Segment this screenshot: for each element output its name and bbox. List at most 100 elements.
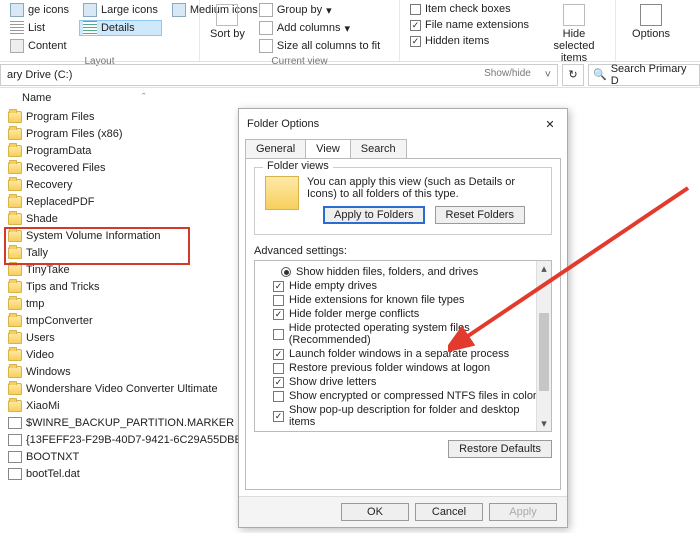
search-input[interactable]: 🔍 Search Primary D (588, 64, 700, 86)
file-icon (8, 434, 22, 446)
item-name: BOOTNXT (26, 451, 79, 463)
folder-views-text: You can apply this view (such as Details… (307, 176, 541, 200)
checkbox-icon: ✓ (273, 349, 284, 360)
options-icon (640, 4, 662, 26)
adv-setting[interactable]: ✓ Hide empty drives (259, 279, 547, 293)
folder-icon (8, 128, 22, 140)
item-name: Recovery (26, 179, 72, 191)
item-name: {13FEFF23-F29B-40D7-9421-6C29A55DBE... (26, 434, 251, 446)
apply-to-folders-button[interactable]: Apply to Folders (323, 206, 424, 224)
folder-views-group: Folder views You can apply this view (su… (254, 167, 552, 235)
reset-folders-button[interactable]: Reset Folders (435, 206, 525, 224)
adv-setting-label: Hide folder merge conflicts (289, 308, 419, 320)
adv-setting[interactable]: Hide protected operating system files (R… (259, 321, 547, 347)
folder-icon (8, 179, 22, 191)
adv-setting-label: Launch folder windows in a separate proc… (289, 348, 509, 360)
folder-icon (8, 196, 22, 208)
advanced-settings-list[interactable]: Show hidden files, folders, and drives ✓ H… (254, 260, 552, 432)
cancel-button[interactable]: Cancel (415, 503, 483, 521)
checkbox-icon: ✓ (273, 411, 284, 422)
folder-icon (8, 332, 22, 344)
folder-icon (8, 298, 22, 310)
adv-setting-label: Hide protected operating system files (R… (289, 322, 547, 346)
checkbox-icon: ✓ (273, 309, 284, 320)
item-name: Shade (26, 213, 58, 225)
close-icon: ✕ (545, 118, 554, 131)
adv-setting-label: Show pop-up description for folder and d… (289, 404, 547, 428)
dialog-tabs: General View Search (239, 139, 567, 158)
item-name: Program Files (x86) (26, 128, 123, 140)
adv-setting-label: Hide empty drives (289, 280, 377, 292)
view-content[interactable]: Content (6, 38, 73, 54)
adv-setting[interactable]: Show encrypted or compressed NTFS files … (259, 389, 547, 403)
adv-setting[interactable]: ✓ Show pop-up description for folder and … (259, 403, 547, 429)
adv-setting[interactable]: ✓ Launch folder windows in a separate pro… (259, 347, 547, 361)
item-name: bootTel.dat (26, 468, 80, 480)
item-name: ProgramData (26, 145, 91, 157)
adv-setting-label: Show hidden files, folders, and drives (296, 266, 478, 278)
folder-icon (8, 366, 22, 378)
item-name: Tips and Tricks (26, 281, 100, 293)
item-name: Wondershare Video Converter Ultimate (26, 383, 218, 395)
view-details[interactable]: Details (79, 20, 162, 36)
scroll-thumb[interactable] (539, 313, 549, 391)
adv-setting[interactable]: Show hidden files, folders, and drives (259, 265, 547, 279)
col-name[interactable]: Name (22, 92, 142, 104)
adv-setting[interactable]: Hide extensions for known file types (259, 293, 547, 307)
sort-by-button[interactable]: Sort by (206, 2, 249, 54)
adv-setting-label: Show drive letters (289, 376, 376, 388)
scroll-down-icon[interactable]: ▾ (537, 416, 551, 431)
file-name-ext[interactable]: ✓File name extensions (406, 18, 533, 32)
column-headers[interactable]: Name ˆ (0, 88, 700, 108)
ribbon: ge icons List Content Large icons Detail… (0, 0, 700, 62)
adv-setting[interactable]: ✓Show preview handlers in preview pane (259, 429, 547, 432)
refresh-icon: ↻ (568, 68, 577, 81)
item-name: Users (26, 332, 55, 344)
item-name: XiaoMi (26, 400, 60, 412)
ok-button[interactable]: OK (341, 503, 409, 521)
folder-icon (8, 162, 22, 174)
advanced-label: Advanced settings: (254, 245, 552, 257)
tab-view[interactable]: View (305, 139, 351, 158)
path-text: ary Drive (C:) (7, 69, 72, 81)
item-name: tmpConverter (26, 315, 93, 327)
tab-general[interactable]: General (245, 139, 306, 158)
dialog-title: Folder Options (247, 118, 319, 130)
tab-search[interactable]: Search (350, 139, 407, 158)
chevron-down-icon[interactable]: ˅ (545, 69, 551, 81)
item-check-boxes[interactable]: Item check boxes (406, 2, 533, 16)
adv-setting[interactable]: ✓Show drive letters (259, 375, 547, 389)
folder-icon (8, 281, 22, 293)
folder-icon (8, 264, 22, 276)
size-columns[interactable]: Size all columns to fit (255, 38, 384, 54)
item-name: Tally (26, 247, 48, 259)
sort-indicator-icon: ˆ (142, 92, 146, 104)
folder-icon (265, 176, 299, 210)
checkbox-icon (410, 4, 421, 15)
checkbox-icon: ✓ (273, 281, 284, 292)
adv-setting[interactable]: ✓ Hide folder merge conflicts (259, 307, 547, 321)
adv-setting-label: Hide extensions for known file types (289, 294, 464, 306)
checkbox-icon (273, 329, 284, 340)
folder-icon (8, 230, 22, 242)
refresh-button[interactable]: ↻ (562, 64, 584, 86)
add-columns[interactable]: Add columns ▾ (255, 20, 384, 36)
hidden-items[interactable]: ✓Hidden items (406, 34, 533, 48)
dialog-buttons: OK Cancel Apply (239, 496, 567, 527)
apply-button[interactable]: Apply (489, 503, 557, 521)
view-ge-icons[interactable]: ge icons (6, 2, 73, 18)
checkbox-icon: ✓ (410, 36, 421, 47)
view-list[interactable]: List (6, 20, 73, 36)
adv-setting-label: Show encrypted or compressed NTFS files … (289, 390, 537, 402)
options-button[interactable]: Options (622, 2, 680, 42)
adv-setting[interactable]: Restore previous folder windows at logon (259, 361, 547, 375)
hide-selected-button[interactable]: Hide selected items (539, 2, 609, 66)
close-button[interactable]: ✕ (541, 115, 559, 133)
group-by[interactable]: Group by ▾ (255, 2, 384, 18)
scroll-up-icon[interactable]: ▴ (537, 261, 551, 276)
address-bar[interactable]: ary Drive (C:) ˅ (0, 64, 558, 86)
scrollbar[interactable]: ▴ ▾ (536, 261, 551, 431)
view-large-icons[interactable]: Large icons (79, 2, 162, 18)
restore-defaults-button[interactable]: Restore Defaults (448, 440, 552, 458)
checkbox-icon (273, 295, 284, 306)
